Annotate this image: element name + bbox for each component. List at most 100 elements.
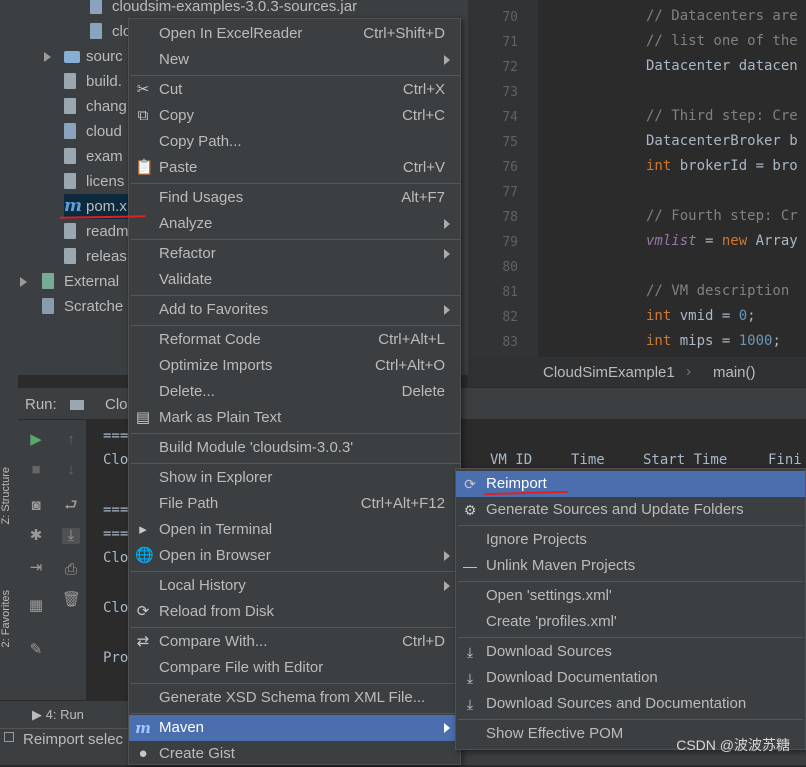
menu-item-label: Compare With...: [159, 633, 268, 650]
soft-wrap-icon[interactable]: ⮐: [62, 498, 80, 514]
code-token: // list one of the: [646, 33, 798, 49]
menu-item-label: Open in Browser: [159, 547, 271, 564]
login-icon[interactable]: ⇥: [27, 560, 45, 576]
menu-item-analyze[interactable]: Analyze: [129, 211, 460, 237]
unlink-icon: —: [463, 558, 477, 574]
code-editor[interactable]: 70 71 72 73 74 75 76 77 78 79 80 81 82 83 // Datacent…: [468, 0, 806, 357]
menu-item-show-in-explorer[interactable]: Show in Explorer: [129, 465, 460, 491]
menu-item-optimize-imports[interactable]: Optimize Imports Ctrl+Alt+O: [129, 353, 460, 379]
menu-item-find-usages[interactable]: Find Usages Alt+F7: [129, 185, 460, 211]
menu-item-create-gist[interactable]: ● Create Gist: [129, 741, 460, 767]
stop-icon[interactable]: ■: [27, 462, 45, 478]
menu-item-new[interactable]: New: [129, 47, 460, 73]
code-line[interactable]: int vmid = 0;: [646, 308, 756, 324]
menu-item-label: Create 'profiles.xml': [486, 613, 617, 630]
menu-item-label: Download Sources and Documentation: [486, 695, 747, 712]
maven-item-ignore-projects[interactable]: Ignore Projects: [456, 527, 805, 553]
maven-item-unlink-maven-projects[interactable]: — Unlink Maven Projects: [456, 553, 805, 579]
menu-item-shortcut: Ctrl+V: [402, 159, 445, 176]
line-number: 71: [502, 35, 518, 50]
menu-item-open-in-excelreader[interactable]: Open In ExcelReader Ctrl+Shift+D: [129, 21, 460, 47]
maven-item-create-profiles-xml[interactable]: Create 'profiles.xml': [456, 609, 805, 635]
code-line[interactable]: // list one of the: [646, 33, 798, 49]
menu-item-reformat-code[interactable]: Reformat Code Ctrl+Alt+L: [129, 327, 460, 353]
breadcrumb-method[interactable]: main(): [713, 364, 756, 381]
code-line[interactable]: int brokerId = bro: [646, 158, 798, 174]
menu-item-open-in-browser[interactable]: 🌐 Open in Browser: [129, 543, 460, 569]
code-token: DatacenterBroker b: [646, 133, 798, 149]
breadcrumb-class[interactable]: CloudSimExample1: [543, 364, 675, 381]
menu-item-paste[interactable]: 📋 Paste Ctrl+V: [129, 155, 460, 181]
code-line[interactable]: // Third step: Cre: [646, 108, 798, 124]
menu-item-label: Compare File with Editor: [159, 659, 324, 676]
status-text: Reimport selec: [23, 731, 124, 748]
menu-item-local-history[interactable]: Local History: [129, 573, 460, 599]
expand-arrow-icon[interactable]: [20, 277, 27, 287]
submenu-arrow-icon: [444, 723, 450, 733]
menu-item-label: Create Gist: [159, 745, 235, 762]
maven-item-generate-sources-and-update-folders[interactable]: ⚙ Generate Sources and Update Folders: [456, 497, 805, 523]
favorites-tab[interactable]: 2: Favorites: [0, 590, 18, 647]
menu-item-mark-as-plain-text[interactable]: ▤ Mark as Plain Text: [129, 405, 460, 431]
menu-item-copy-path[interactable]: Copy Path...: [129, 129, 460, 155]
run-icon[interactable]: ▶: [27, 432, 45, 448]
tree-item[interactable]: cloudsim-examples-3.0.3-sources.jar: [90, 0, 490, 19]
code-line[interactable]: // Datacenters are: [646, 8, 798, 24]
menu-item-copy[interactable]: ⧉ Copy Ctrl+C: [129, 103, 460, 129]
menu-item-build-module-cloudsim-3-0-3[interactable]: Build Module 'cloudsim-3.0.3': [129, 435, 460, 461]
menu-item-shortcut: Delete: [401, 383, 445, 400]
print-icon[interactable]: ⎙: [62, 562, 80, 578]
terminal-icon: ▸: [139, 521, 147, 538]
maven-item-download-sources-and-documentation[interactable]: ⤓ Download Sources and Documentation: [456, 691, 805, 717]
code-line[interactable]: // VM description: [646, 283, 789, 299]
code-line[interactable]: Datacenter datacen: [646, 58, 798, 74]
menu-item-cut[interactable]: ✂ Cut Ctrl+X: [129, 77, 460, 103]
down-arrow-icon[interactable]: ↓: [62, 462, 80, 478]
tree-item-label: cloudsim-examples-3.0.3-sources.jar: [112, 0, 358, 15]
expand-arrow-icon[interactable]: [44, 52, 51, 62]
debug-icon[interactable]: ✱: [27, 528, 45, 544]
run-tab[interactable]: Clo: [105, 396, 128, 413]
scroll-to-end-icon[interactable]: ⤓: [62, 528, 80, 544]
menu-item-generate-xsd-schema-from-xml-file[interactable]: Generate XSD Schema from XML File...: [129, 685, 460, 711]
tree-item-label: readm: [86, 223, 129, 240]
trash-icon[interactable]: 🗑: [62, 592, 81, 608]
menu-item-reload-from-disk[interactable]: ⟳ Reload from Disk: [129, 599, 460, 625]
menu-item-compare-with[interactable]: ⇄ Compare With... Ctrl+D: [129, 629, 460, 655]
menu-item-validate[interactable]: Validate: [129, 267, 460, 293]
menu-item-file-path[interactable]: File Path Ctrl+Alt+F12: [129, 491, 460, 517]
code-line[interactable]: DatacenterBroker b: [646, 133, 798, 149]
menu-item-delete[interactable]: Delete... Delete: [129, 379, 460, 405]
menu-item-shortcut: Ctrl+D: [402, 633, 445, 650]
code-line[interactable]: vmlist = new Array: [646, 233, 798, 249]
menu-item-compare-file-with-editor[interactable]: Compare File with Editor: [129, 655, 460, 681]
menu-item-shortcut: Ctrl+C: [402, 107, 445, 124]
menu-item-open-in-terminal[interactable]: ▸ Open in Terminal: [129, 517, 460, 543]
line-number: 74: [502, 110, 518, 125]
run-tool-column-2: ↑ ↓ ⮐ ⤓ ⎙ 🗑: [56, 420, 86, 700]
structure-tab[interactable]: Z: Structure: [0, 467, 18, 524]
maven-item-open-settings-xml[interactable]: Open 'settings.xml': [456, 583, 805, 609]
camera-icon[interactable]: ◙: [27, 498, 45, 514]
maven-submenu: ⟳ Reimport ⚙ Generate Sources and Update Fo…: [455, 468, 806, 750]
line-number: 77: [502, 185, 518, 200]
library-icon: [42, 273, 54, 289]
menu-item-refactor[interactable]: Refactor: [129, 241, 460, 267]
output-line: Pro: [103, 650, 129, 666]
menu-item-add-to-favorites[interactable]: Add to Favorites: [129, 297, 460, 323]
maven-item-download-sources[interactable]: ⤓ Download Sources: [456, 639, 805, 665]
code-line[interactable]: // Fourth step: Cr: [646, 208, 798, 224]
menu-item-label: Maven: [159, 719, 205, 736]
pin-icon[interactable]: ✎: [27, 642, 45, 658]
code-token: // Fourth step: Cr: [646, 208, 798, 224]
output-table-header: Time: [571, 452, 605, 468]
menu-item-label: Validate: [159, 271, 213, 288]
status-toggle-icon[interactable]: [4, 732, 14, 742]
maven-item-download-documentation[interactable]: ⤓ Download Documentation: [456, 665, 805, 691]
layout-icon[interactable]: ▦: [27, 598, 45, 614]
run-bottom-tab[interactable]: ▶ 4: Run: [32, 707, 84, 723]
up-arrow-icon[interactable]: ↑: [62, 432, 80, 448]
menu-item-label: Open in Terminal: [159, 521, 273, 538]
menu-item-maven[interactable]: m Maven: [129, 715, 460, 741]
code-line[interactable]: int mips = 1000;: [646, 333, 781, 349]
